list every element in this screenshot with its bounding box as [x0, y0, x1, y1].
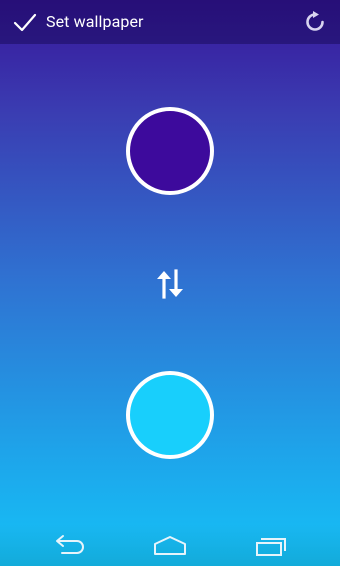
- action-bar: Set wallpaper: [0, 0, 340, 44]
- page-title: Set wallpaper: [46, 12, 144, 31]
- navigation-bar: [0, 524, 340, 566]
- swap-vertical-icon[interactable]: [153, 267, 187, 301]
- checkmark-icon[interactable]: [12, 9, 38, 35]
- top-color-swatch[interactable]: [126, 107, 214, 195]
- home-icon[interactable]: [150, 532, 190, 558]
- wallpaper-gradient-screen: Set wallpaper: [0, 0, 340, 566]
- refresh-icon[interactable]: [302, 9, 328, 35]
- back-icon[interactable]: [50, 532, 90, 558]
- bottom-color-swatch[interactable]: [126, 371, 214, 459]
- recent-apps-icon[interactable]: [252, 532, 292, 558]
